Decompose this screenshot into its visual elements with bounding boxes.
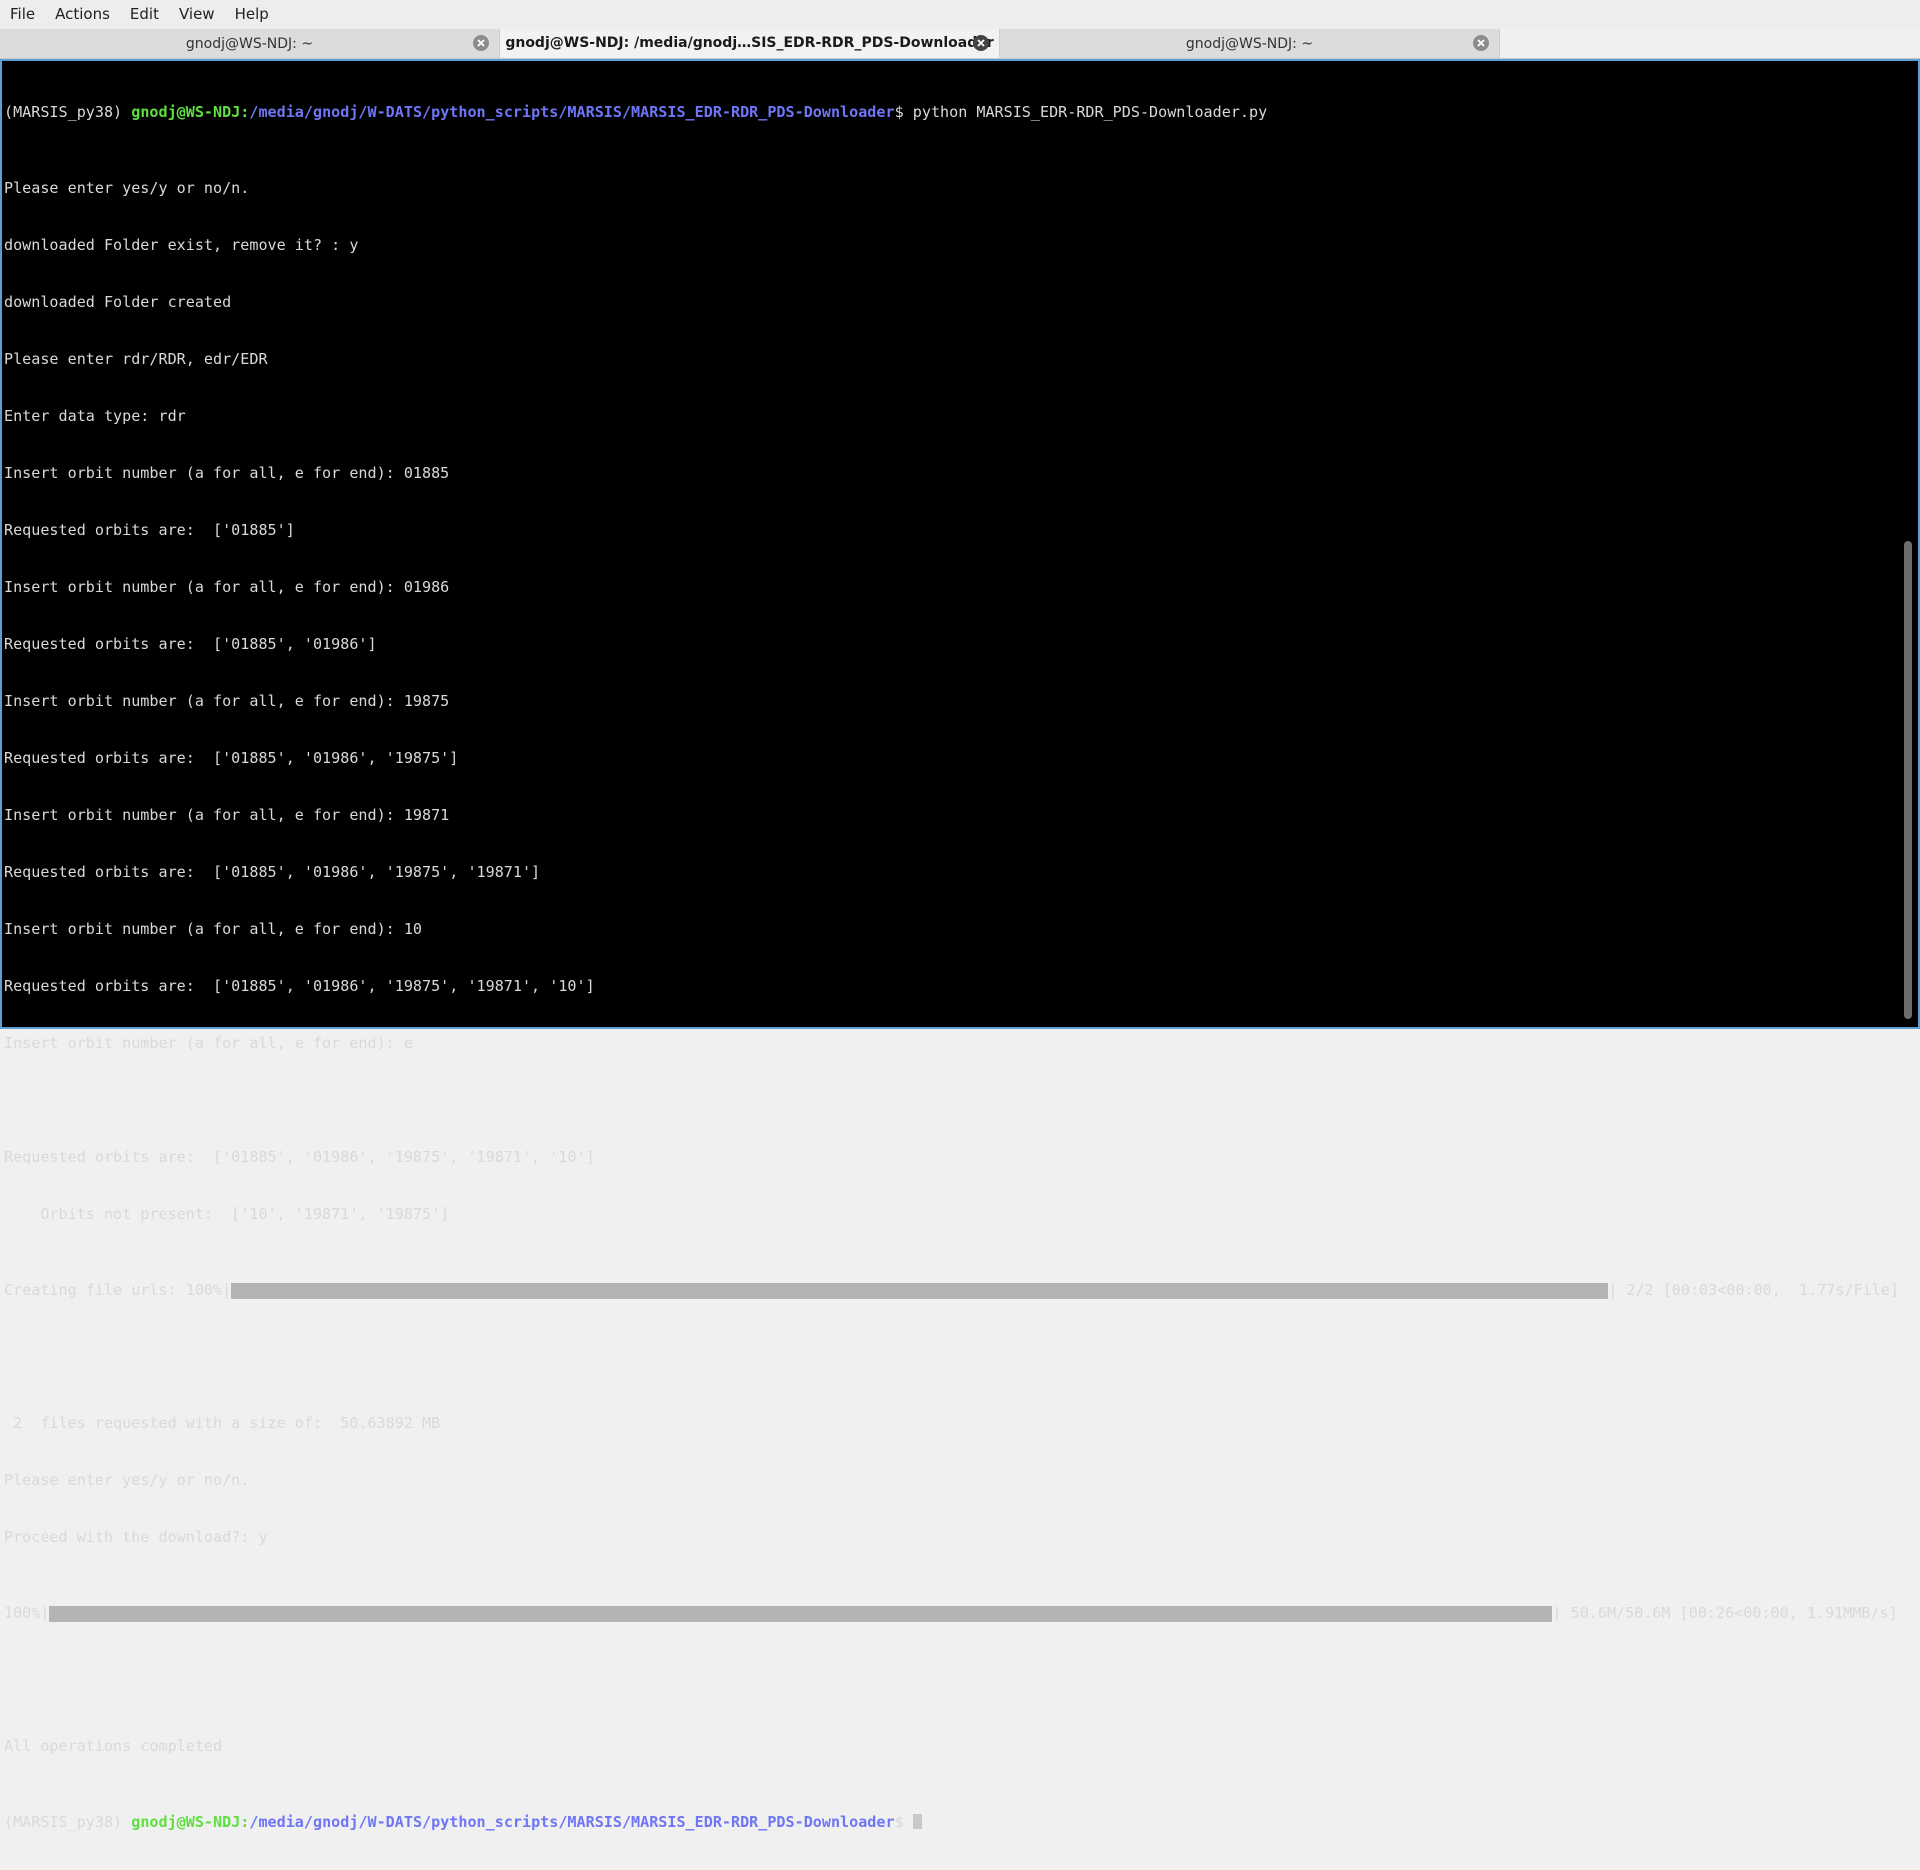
output-line: Orbits not present: ['10', '19871', '198…	[4, 1205, 450, 1223]
close-icon[interactable]	[973, 35, 989, 51]
output-line: Insert orbit number (a for all, e for en…	[4, 920, 423, 938]
command-text: python MARSIS_EDR-RDR_PDS-Downloader.py	[912, 103, 1268, 121]
output-line: downloaded Folder created	[4, 293, 232, 311]
output-line: 2 files requested with a size of: 50.638…	[4, 1414, 441, 1432]
output-line: Proceed with the download?: y	[4, 1528, 268, 1546]
output-line: Requested orbits are: ['01885', '01986']	[4, 635, 377, 653]
output-line: Enter data type: rdr	[4, 407, 186, 425]
output-line: Please enter yes/y or no/n.	[4, 1471, 250, 1489]
tab-title: gnodj@WS-NDJ: /media/gnodj…SIS_EDR-RDR_P…	[505, 34, 994, 51]
prompt-env: (MARSIS_py38)	[4, 1813, 132, 1831]
prompt-line[interactable]: (MARSIS_py38) gnodj@WS-NDJ:/media/gnodj/…	[4, 1813, 1900, 1832]
prompt-colon: :	[240, 103, 250, 121]
menu-actions[interactable]: Actions	[45, 0, 120, 29]
terminal-output: (MARSIS_py38) gnodj@WS-NDJ:/media/gnodj/…	[4, 65, 1900, 1870]
output-line: Requested orbits are: ['01885', '01986',…	[4, 1148, 595, 1166]
output-line: Insert orbit number (a for all, e for en…	[4, 464, 450, 482]
output-line: Requested orbits are: ['01885', '01986',…	[4, 977, 595, 995]
output-line: downloaded Folder exist, remove it? : y	[4, 236, 359, 254]
progress-suffix: | 2/2 [00:03<00:00, 1.77s/File]	[1608, 1281, 1899, 1299]
prompt-path: /media/gnodj/W-DATS/python_scripts/MARSI…	[249, 103, 895, 121]
menu-file[interactable]: File	[0, 0, 45, 29]
menu-edit[interactable]: Edit	[120, 0, 169, 29]
output-line: Requested orbits are: ['01885']	[4, 521, 295, 539]
output-line: Please enter yes/y or no/n.	[4, 179, 250, 197]
tab-title: gnodj@WS-NDJ: ~	[185, 35, 314, 52]
command-line: (MARSIS_py38) gnodj@WS-NDJ:/media/gnodj/…	[4, 103, 1900, 122]
output-line: Insert orbit number (a for all, e for en…	[4, 692, 450, 710]
output-line: Insert orbit number (a for all, e for en…	[4, 806, 450, 824]
terminal-view[interactable]: (MARSIS_py38) gnodj@WS-NDJ:/media/gnodj/…	[0, 59, 1920, 1831]
tab-bar: gnodj@WS-NDJ: ~ gnodj@WS-NDJ: /media/gno…	[0, 29, 1920, 59]
prompt-user-host: gnodj@WS-NDJ	[131, 103, 241, 121]
output-line: Requested orbits are: ['01885', '01986',…	[4, 749, 459, 767]
progress-suffix: | 50.6M/50.6M [00:26<00:00, 1.91MMB/s]	[1552, 1604, 1898, 1622]
progress-bar	[49, 1605, 1553, 1622]
progress-prefix: 100%|	[4, 1604, 50, 1622]
text-cursor	[912, 1814, 922, 1829]
prompt-dollar: $	[894, 103, 913, 121]
menu-bar: File Actions Edit View Help	[0, 0, 1920, 29]
prompt-user-host: gnodj@WS-NDJ	[131, 1813, 241, 1831]
output-line: All operations completed	[4, 1737, 223, 1755]
menu-view[interactable]: View	[169, 0, 225, 29]
tab-title: gnodj@WS-NDJ: ~	[1185, 35, 1314, 52]
progress-line-urls: Creating file urls: 100%| | 2/2 [00:03<00…	[4, 1281, 1900, 1300]
prompt-path: /media/gnodj/W-DATS/python_scripts/MARSI…	[249, 1813, 895, 1831]
output-line: Please enter rdr/RDR, edr/EDR	[4, 350, 268, 368]
prompt-env: (MARSIS_py38)	[4, 103, 132, 121]
output-line: Requested orbits are: ['01885', '01986',…	[4, 863, 541, 881]
close-icon[interactable]	[473, 35, 489, 51]
progress-prefix: Creating file urls: 100%|	[4, 1281, 232, 1299]
output-line: Insert orbit number (a for all, e for en…	[4, 1034, 413, 1052]
tab-bar-empty-area	[1500, 29, 1920, 58]
progress-line-download: 100%| | 50.6M/50.6M [00:26<00:00, 1.91MMB…	[4, 1604, 1900, 1623]
tab-home-1[interactable]: gnodj@WS-NDJ: ~	[0, 29, 500, 58]
prompt-colon: :	[240, 1813, 250, 1831]
tab-home-2[interactable]: gnodj@WS-NDJ: ~	[1000, 29, 1500, 58]
close-icon[interactable]	[1473, 35, 1489, 51]
progress-bar	[231, 1282, 1609, 1299]
vertical-scrollbar[interactable]	[1902, 63, 1914, 1023]
output-line: Insert orbit number (a for all, e for en…	[4, 578, 450, 596]
tab-downloader[interactable]: gnodj@WS-NDJ: /media/gnodj…SIS_EDR-RDR_P…	[500, 29, 1000, 58]
prompt-dollar: $	[894, 1813, 913, 1831]
menu-help[interactable]: Help	[225, 0, 279, 29]
scrollbar-thumb[interactable]	[1904, 541, 1912, 1019]
